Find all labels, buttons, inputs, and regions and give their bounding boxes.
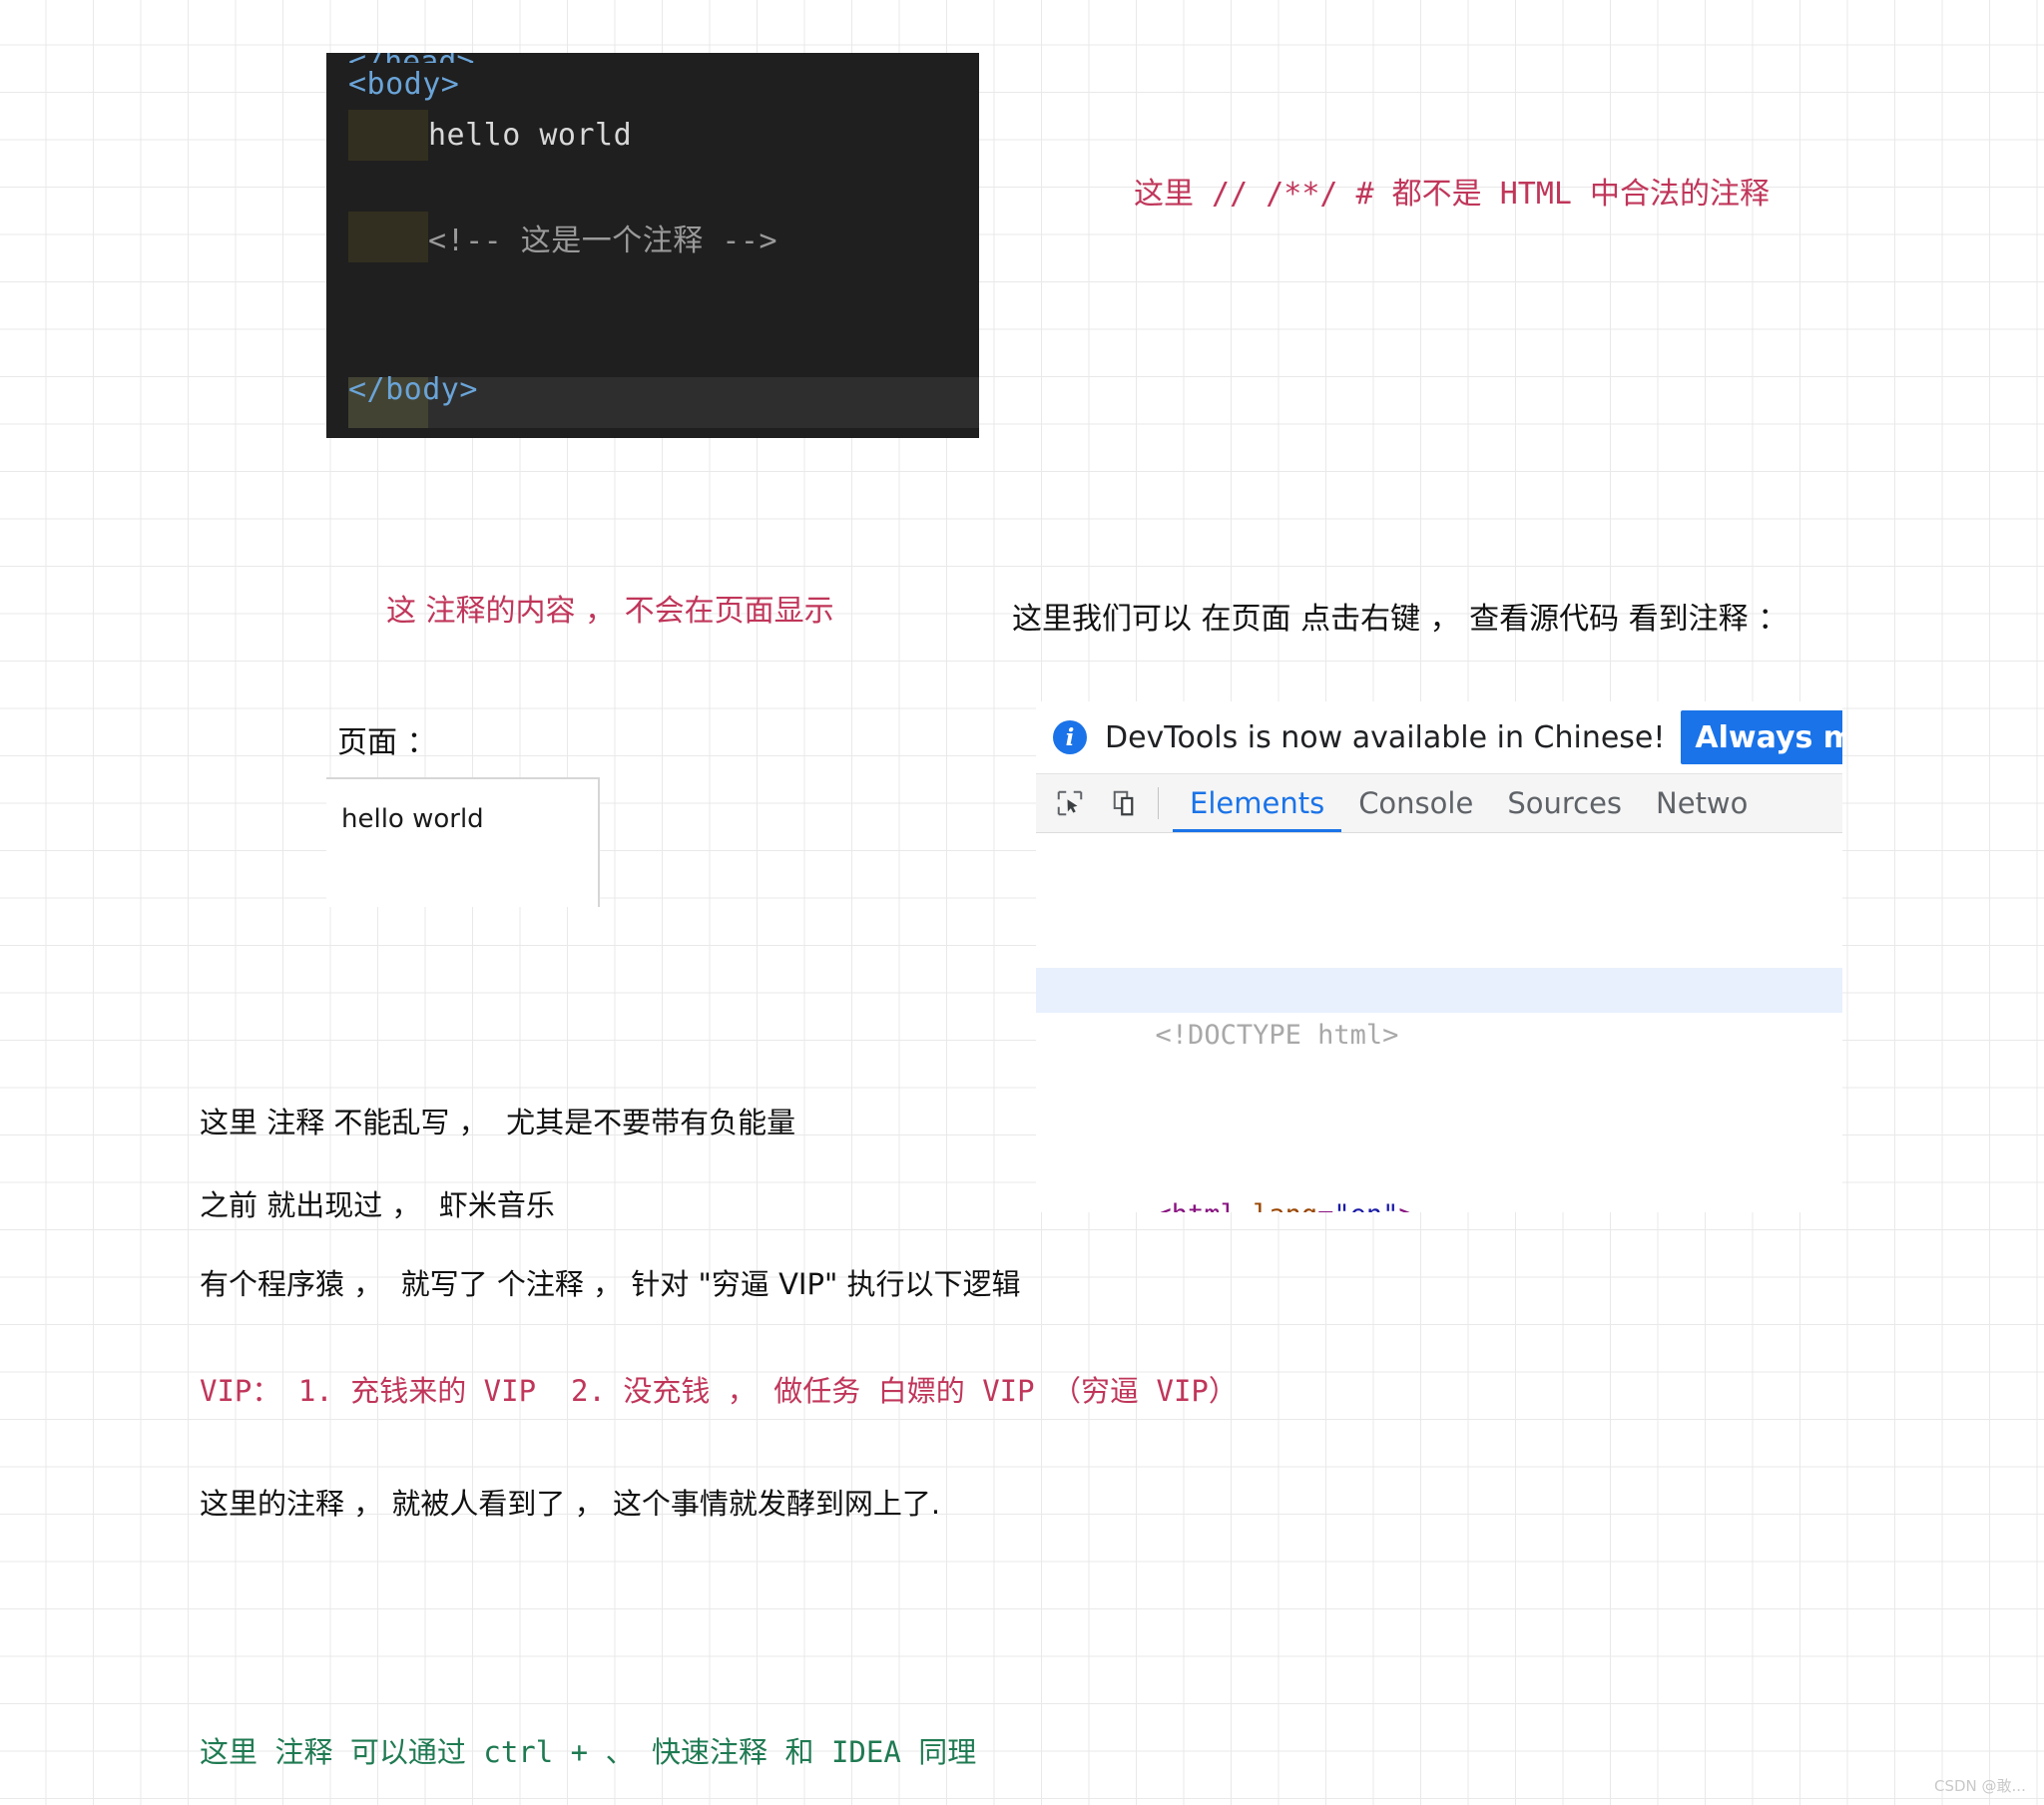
toolbar-divider	[1158, 787, 1159, 819]
always-match-button[interactable]: Always match C	[1681, 710, 1842, 764]
devtools-notice-text: DevTools is now available in Chinese!	[1105, 719, 1666, 755]
note-vip-logic: VIP： 1. 充钱来的 VIP 2. 没充钱 ， 做任务 白嫖的 VIP （穷…	[200, 1374, 1238, 1408]
editor-line-body-close: </body>	[348, 364, 979, 415]
note-comment-writing-caution: 这里 注释 不能乱写 ， 尤其是不要带有负能量	[200, 1106, 796, 1139]
note-html-comment-invalid: 这里 // /**/ # 都不是 HTML 中合法的注释	[1134, 177, 1771, 212]
page-preview-hello-world-text: hello world	[341, 804, 484, 834]
info-icon: i	[1053, 720, 1087, 754]
editor-body-open-tag: <body>	[348, 67, 460, 102]
note-comment-not-displayed: 这 注释的内容 ， 不会在页面显示	[386, 594, 834, 629]
tab-elements[interactable]: Elements	[1173, 774, 1341, 832]
csdn-watermark: CSDN @敢...	[1934, 1777, 2026, 1795]
editor-line-body-open: <body>	[348, 59, 979, 110]
tab-network[interactable]: Netwo	[1639, 774, 1765, 832]
editor-indent-guide	[348, 262, 428, 313]
editor-line-comment: <!-- 这是一个注释 -->	[348, 212, 979, 262]
devtools-toolbar: Elements Console Sources Netwo	[1036, 774, 1842, 833]
devtools-panel: i DevTools is now available in Chinese! …	[1036, 701, 1842, 1212]
dom-row-doctype[interactable]: <!DOCTYPE html>	[1036, 968, 1842, 1051]
dom-html-open-tag: <html	[1156, 1199, 1237, 1212]
editor-line-blank-2	[348, 262, 979, 313]
tab-console[interactable]: Console	[1341, 774, 1490, 832]
editor-indent-guide	[348, 212, 428, 262]
page-preview-label: 页面 ：	[337, 725, 437, 760]
dom-html-attr-name: lang	[1237, 1199, 1317, 1212]
note-programmer-comment-story: 有个程序猿 ， 就写了 个注释 ， 针对 "穷逼 VIP" 执行以下逻辑	[200, 1267, 1021, 1301]
note-xiami-music: 之前 就出现过 ， 虾米音乐	[200, 1188, 555, 1222]
note-comment-shortcut: 这里 注释 可以通过 ctrl + 、 快速注释 和 IDEA 同理	[200, 1735, 977, 1769]
dom-html-attr-value: "en"	[1333, 1199, 1398, 1212]
editor-line-blank-1	[348, 161, 979, 212]
editor-gutter	[326, 53, 348, 438]
editor-hello-world-text: hello world	[428, 118, 633, 153]
editor-body-close-tag: </body>	[348, 372, 478, 407]
dom-row-html-open[interactable]: <html lang="en">	[1036, 1147, 1842, 1212]
dom-html-open-tag-close: >	[1398, 1199, 1414, 1212]
note-view-source-instruction: 这里我们可以 在页面 点击右键 ， 查看源代码 看到注释 ：	[1012, 602, 1788, 637]
inspect-element-icon[interactable]	[1048, 781, 1092, 825]
dom-html-attr-eq: =	[1317, 1199, 1333, 1212]
devtools-language-notice: i DevTools is now available in Chinese! …	[1036, 701, 1842, 774]
editor-indent-guide	[348, 161, 428, 212]
devtools-dom-tree: <!DOCTYPE html> <html lang="en"> ···<hea…	[1036, 833, 1842, 1212]
device-toolbar-icon[interactable]	[1104, 781, 1148, 825]
editor-indent-guide	[348, 110, 428, 161]
dom-doctype-text: <!DOCTYPE html>	[1155, 1020, 1399, 1051]
note-story-outcome: 这里的注释 ， 就被人看到了 ， 这个事情就发酵到网上了.	[200, 1487, 941, 1521]
tab-sources[interactable]: Sources	[1490, 774, 1639, 832]
editor-comment-text: <!-- 这是一个注释 -->	[428, 223, 778, 258]
code-editor-panel: </head> <body> hello world <!-- 这是一个注释 -…	[326, 53, 979, 438]
editor-line-hello-world: hello world	[348, 110, 979, 161]
browser-page-preview: hello world	[326, 777, 600, 907]
